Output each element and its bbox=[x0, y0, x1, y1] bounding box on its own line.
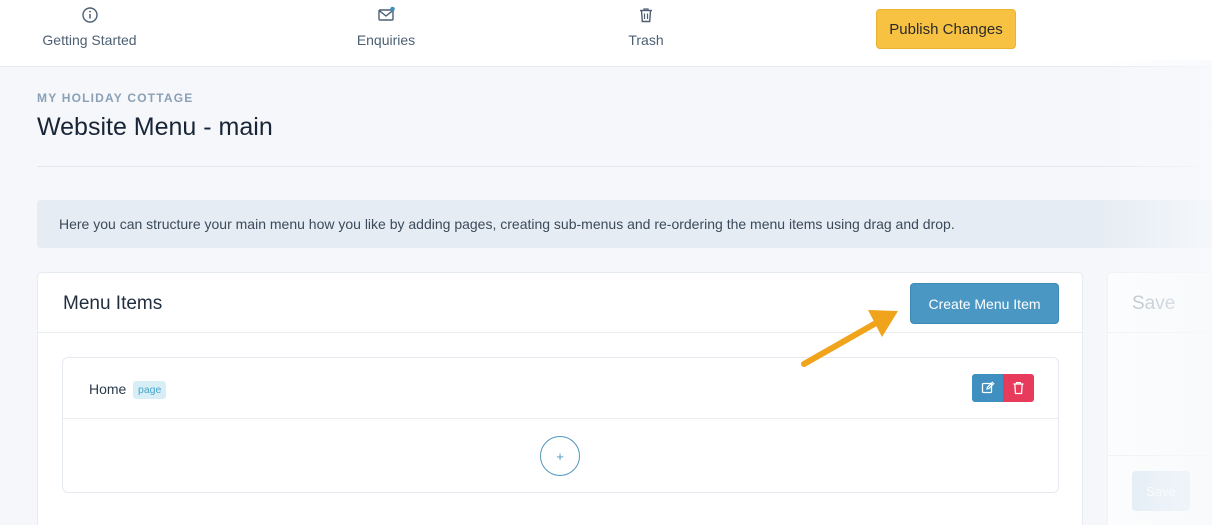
page-title: Website Menu - main bbox=[37, 113, 273, 141]
info-banner: Here you can structure your main menu ho… bbox=[37, 200, 1212, 248]
save-panel: Save Save bbox=[1107, 272, 1212, 525]
card-header: Menu Items Create Menu Item bbox=[38, 273, 1082, 333]
menu-tree: Home page + bbox=[62, 357, 1059, 493]
top-nav: Getting Started Enquiries Trash Publish … bbox=[0, 0, 1212, 67]
trash-icon bbox=[640, 8, 652, 23]
publish-changes-button[interactable]: Publish Changes bbox=[876, 9, 1016, 49]
nav-getting-started-label: Getting Started bbox=[42, 32, 137, 48]
menu-item-home[interactable]: Home page bbox=[63, 358, 1058, 419]
menu-item-label: Home bbox=[89, 381, 127, 397]
nav-enquiries[interactable]: Enquiries bbox=[352, 6, 420, 48]
edit-icon bbox=[981, 381, 995, 394]
delete-menu-item-button[interactable] bbox=[1003, 374, 1034, 402]
save-panel-header: Save bbox=[1108, 273, 1211, 333]
nav-enquiries-label: Enquiries bbox=[356, 32, 416, 48]
menu-item-type-badge: page bbox=[133, 381, 167, 399]
trash-icon bbox=[1013, 382, 1024, 395]
card-title: Menu Items bbox=[63, 293, 163, 314]
mail-icon bbox=[378, 6, 395, 21]
nav-getting-started[interactable]: Getting Started bbox=[37, 6, 142, 48]
edit-menu-item-button[interactable] bbox=[972, 374, 1003, 402]
site-name: MY HOLIDAY COTTAGE bbox=[37, 91, 194, 105]
save-panel-divider bbox=[1108, 455, 1211, 456]
save-panel-title: Save bbox=[1132, 293, 1176, 314]
menu-items-card: Menu Items Create Menu Item Home page + bbox=[37, 272, 1083, 525]
add-menu-item-button[interactable]: + bbox=[540, 436, 580, 476]
nav-trash-label: Trash bbox=[628, 32, 664, 48]
create-menu-item-button[interactable]: Create Menu Item bbox=[910, 283, 1059, 324]
divider bbox=[37, 166, 1197, 167]
info-circle-icon bbox=[81, 7, 98, 23]
nav-trash[interactable]: Trash bbox=[626, 6, 666, 48]
save-button[interactable]: Save bbox=[1132, 471, 1190, 511]
